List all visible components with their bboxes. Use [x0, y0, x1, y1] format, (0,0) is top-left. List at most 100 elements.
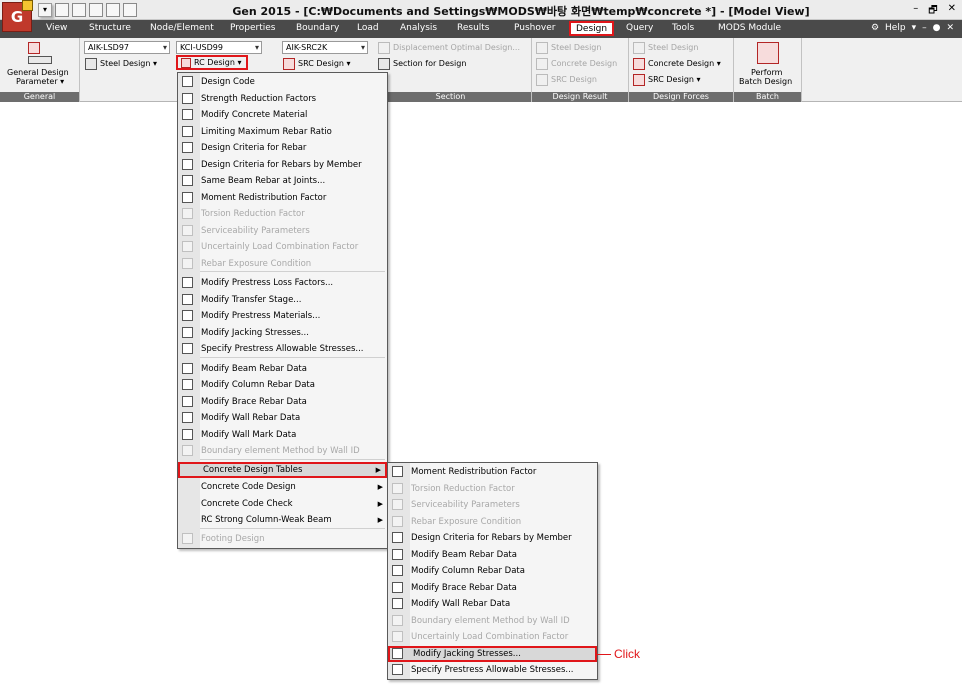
result-src-design-button[interactable]: SRC Design — [551, 75, 597, 84]
tab-pushover[interactable]: Pushover — [514, 23, 555, 33]
help-menu[interactable]: Help — [885, 23, 906, 33]
submenu-arrow-icon: ▶ — [377, 516, 383, 524]
rc-menu-item-modify-concrete-material[interactable]: Modify Concrete Material — [178, 107, 387, 123]
rc-menu-item-modify-beam-rebar-data[interactable]: Modify Beam Rebar Data — [178, 361, 387, 377]
rc-menu-item-label: Modify Concrete Material — [201, 110, 308, 120]
tab-mods-module[interactable]: MODS Module — [718, 23, 781, 33]
submenu-item-label: Uncertainly Load Combination Factor — [411, 632, 569, 642]
rc-menu-item-icon — [182, 191, 193, 203]
group-batch: Perform Batch Design Batch — [734, 38, 802, 102]
perform-batch-design-button-2[interactable]: Batch Design — [739, 77, 792, 86]
section-for-design-button[interactable]: Section for Design — [393, 59, 466, 68]
tab-view[interactable]: View — [46, 23, 67, 33]
rc-menu-item-concrete-code-design[interactable]: Concrete Code Design ▶ — [178, 479, 387, 495]
submenu-arrow-icon: ▶ — [377, 483, 383, 491]
rc-menu-item-modify-prestress-loss-factors[interactable]: Modify Prestress Loss Factors... — [178, 275, 387, 291]
rc-menu-item-design-criteria-for-rebars-by-member[interactable]: Design Criteria for Rebars by Member — [178, 157, 387, 173]
rc-menu-item-modify-wall-rebar-data[interactable]: Modify Wall Rebar Data — [178, 410, 387, 426]
submenu-item-label: Torsion Reduction Factor — [411, 483, 515, 494]
result-steel-design-button[interactable]: Steel Design — [551, 43, 601, 52]
rc-design-button[interactable]: RC Design ▾ — [176, 55, 248, 70]
tab-load[interactable]: Load — [357, 23, 379, 33]
rc-menu-item-modify-column-rebar-data[interactable]: Modify Column Rebar Data — [178, 377, 387, 393]
rc-menu-item-modify-wall-mark-data[interactable]: Modify Wall Mark Data — [178, 427, 387, 443]
rc-menu-item-design-criteria-for-rebar[interactable]: Design Criteria for Rebar — [178, 140, 387, 156]
batch-design-icon[interactable] — [757, 42, 779, 64]
submenu-item-label: Modify Wall Rebar Data — [411, 599, 511, 609]
forces-concrete-design-button[interactable]: Concrete Design ▾ — [648, 59, 721, 68]
submenu-item-icon — [392, 548, 403, 560]
help-dropdown-icon[interactable]: ▾ — [912, 23, 917, 33]
submenu-item-design-criteria-for-rebars-by-member[interactable]: Design Criteria for Rebars by Member — [388, 530, 597, 546]
title-bar: G ▾ Gen 2015 - [C:₩Documents and Setting… — [0, 0, 962, 32]
src-code-combo[interactable]: AIK-SRC2K — [282, 41, 368, 54]
close-button[interactable]: ✕ — [948, 3, 956, 20]
ribbon-close-button[interactable]: ✕ — [946, 23, 954, 33]
rc-menu-item-rc-strong-column-weak-beam[interactable]: RC Strong Column-Weak Beam ▶ — [178, 512, 387, 528]
rc-menu-item-modify-brace-rebar-data[interactable]: Modify Brace Rebar Data — [178, 394, 387, 410]
tab-properties[interactable]: Properties — [230, 23, 275, 33]
rc-menu-item-icon — [182, 412, 193, 423]
rc-menu-item-icon — [182, 241, 193, 252]
tab-node-element[interactable]: Node/Element — [150, 23, 214, 33]
ribbon-minimize-button[interactable]: – — [922, 23, 927, 33]
submenu-item-modify-column-rebar-data[interactable]: Modify Column Rebar Data — [388, 563, 597, 579]
rc-menu-item-strength-reduction-factors[interactable]: Strength Reduction Factors — [178, 91, 387, 107]
rc-menu-item-design-code[interactable]: Design Code — [178, 74, 387, 90]
submenu-item-specify-prestress-allowable-stresses[interactable]: Specify Prestress Allowable Stresses... — [388, 662, 597, 678]
rc-menu-item-modify-prestress-materials[interactable]: Modify Prestress Materials... — [178, 308, 387, 324]
tab-structure[interactable]: Structure — [89, 23, 131, 33]
rc-menu-item-icon — [182, 257, 193, 269]
steel-design-button[interactable]: Steel Design ▾ — [100, 59, 157, 68]
submenu-item-icon — [392, 499, 403, 510]
rc-menu-item-concrete-design-tables[interactable]: Concrete Design Tables ▶ — [178, 462, 387, 478]
submenu-item-moment-redistribution-factor[interactable]: Moment Redistribution Factor — [388, 464, 597, 480]
tab-results[interactable]: Results — [457, 23, 490, 33]
rc-menu-item-label: Specify Prestress Allowable Stresses... — [201, 344, 364, 354]
rc-menu-item-icon — [182, 208, 193, 219]
rc-menu-item-same-beam-rebar-at-joints[interactable]: Same Beam Rebar at Joints... — [178, 173, 387, 189]
rc-menu-item-label: Modify Wall Mark Data — [201, 429, 297, 440]
ribbon-settings-icon[interactable]: ● — [933, 23, 941, 33]
submenu-item-modify-wall-rebar-data[interactable]: Modify Wall Rebar Data — [388, 596, 597, 612]
steel-code-combo[interactable]: AIK-LSD97 — [84, 41, 170, 54]
tab-design[interactable]: Design — [569, 21, 615, 36]
forces-steel-design-button[interactable]: Steel Design — [648, 43, 698, 52]
general-design-parameter-button-2[interactable]: Parameter ▾ — [16, 77, 64, 86]
rc-menu-item-label: Modify Transfer Stage... — [201, 294, 302, 305]
tab-query[interactable]: Query — [626, 23, 653, 33]
src-design-button[interactable]: SRC Design ▾ — [298, 59, 351, 68]
rc-menu-item-specify-prestress-allowable-stresses[interactable]: Specify Prestress Allowable Stresses... — [178, 341, 387, 357]
restore-button[interactable]: 🗗 — [928, 3, 937, 20]
result-concrete-design-button[interactable]: Concrete Design — [551, 59, 617, 68]
submenu-item-icon — [392, 581, 403, 593]
rc-menu-item-icon — [182, 293, 193, 305]
tab-boundary[interactable]: Boundary — [296, 23, 339, 33]
menu-separator — [200, 271, 385, 272]
rc-menu-item-label: Design Code — [201, 77, 255, 87]
group-label-section: Section — [370, 92, 531, 102]
submenu-item-modify-brace-rebar-data[interactable]: Modify Brace Rebar Data — [388, 580, 597, 596]
rc-menu-item-limiting-maximum-rebar-ratio[interactable]: Limiting Maximum Rebar Ratio — [178, 124, 387, 140]
submenu-item-modify-jacking-stresses[interactable]: Modify Jacking Stresses... — [388, 645, 597, 662]
help-gear-icon[interactable]: ⚙ — [871, 23, 879, 33]
rc-design-label: RC Design ▾ — [194, 58, 242, 67]
rc-menu-item-modify-transfer-stage[interactable]: Modify Transfer Stage... — [178, 292, 387, 308]
rc-menu-item-concrete-code-check[interactable]: Concrete Code Check ▶ — [178, 496, 387, 512]
rc-menu-item-moment-redistribution-factor[interactable]: Moment Redistribution Factor — [178, 190, 387, 206]
general-design-parameter-button[interactable]: General Design — [7, 68, 69, 77]
tab-analysis[interactable]: Analysis — [400, 23, 437, 33]
rc-menu-item-modify-jacking-stresses[interactable]: Modify Jacking Stresses... — [178, 325, 387, 341]
forces-src-design-button[interactable]: SRC Design ▾ — [648, 75, 701, 84]
rc-menu-item-icon — [182, 445, 193, 456]
minimize-button[interactable]: – — [913, 3, 918, 20]
rc-code-combo[interactable]: KCI-USD99 — [176, 41, 262, 54]
submenu-arrow-icon: ▶ — [377, 499, 383, 508]
perform-batch-design-button[interactable]: Perform — [751, 68, 782, 77]
tab-tools[interactable]: Tools — [672, 23, 694, 33]
general-design-parameter-icon[interactable] — [28, 42, 40, 54]
submenu-item-modify-beam-rebar-data[interactable]: Modify Beam Rebar Data — [388, 547, 597, 563]
submenu-item-label: Modify Column Rebar Data — [411, 566, 525, 576]
app-logo-icon[interactable]: G — [2, 0, 33, 32]
displacement-optimal-design-button[interactable]: Displacement Optimal Design... — [393, 43, 520, 52]
